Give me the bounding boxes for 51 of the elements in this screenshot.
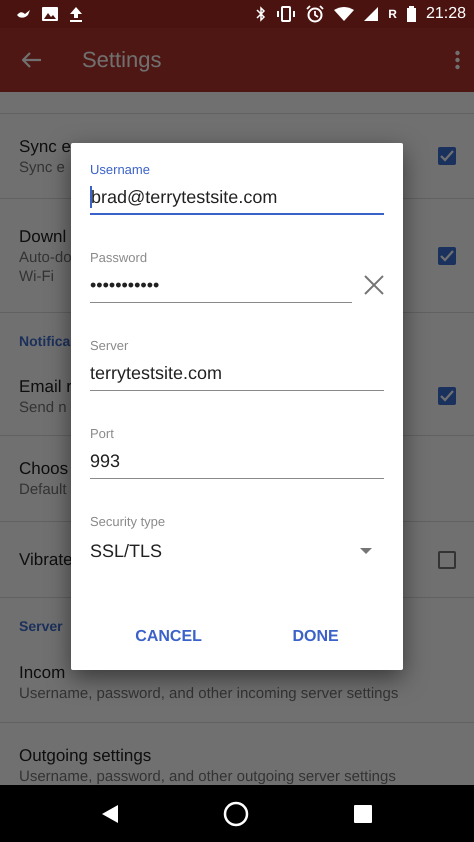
setting-title[interactable]: Vibrate xyxy=(19,548,73,570)
clock: 21:28 xyxy=(426,5,466,23)
home-icon[interactable] xyxy=(222,800,249,826)
bird-icon xyxy=(16,8,32,20)
security-dropdown[interactable]: SSL/TLS xyxy=(90,531,384,571)
dialog-button[interactable]: DONE xyxy=(278,618,353,656)
checkbox[interactable] xyxy=(438,147,456,165)
text-field[interactable]: 993 xyxy=(90,445,384,479)
dropdown-caret-icon xyxy=(360,548,372,554)
field-label: Security type xyxy=(90,513,166,531)
section-header: Server xyxy=(19,617,63,636)
setting-title[interactable]: Email r xyxy=(19,376,72,398)
wifi-icon xyxy=(334,7,354,21)
text-field[interactable]: brad@terrytestsite.com xyxy=(90,181,384,215)
setting-summary: Wi-Fi xyxy=(19,266,54,286)
setting-title[interactable]: Incom xyxy=(19,662,66,684)
checkbox[interactable] xyxy=(438,246,456,264)
field-label: Username xyxy=(90,161,151,179)
checkbox[interactable] xyxy=(438,550,456,568)
bluetooth-icon xyxy=(256,6,266,22)
image-icon xyxy=(42,7,58,21)
setting-summary: Username, password, and other incoming server settings xyxy=(19,684,398,702)
screen-title: Settings xyxy=(82,47,162,73)
setting-summary: Send n xyxy=(19,398,67,416)
setting-summary: Default xyxy=(19,480,67,499)
upload-icon xyxy=(68,6,84,22)
recents-icon[interactable] xyxy=(354,804,372,822)
setting-summary: Username, password, and other outgoing server settings xyxy=(19,767,396,786)
text-field[interactable]: terrytestsite.com xyxy=(90,357,384,391)
more-options-icon[interactable] xyxy=(455,50,460,70)
setting-title[interactable]: Downl xyxy=(19,226,66,248)
dialog-button[interactable]: CANCEL xyxy=(121,618,216,656)
back-arrow-icon[interactable] xyxy=(22,52,42,68)
checkbox[interactable] xyxy=(438,387,456,405)
signal-icon xyxy=(364,7,378,21)
field-label: Password xyxy=(90,249,148,267)
setting-title[interactable]: Sync e xyxy=(19,136,71,158)
alarm-icon xyxy=(306,5,324,23)
setting-title[interactable]: Outgoing settings xyxy=(19,745,152,767)
text-field[interactable]: ••••••••••• xyxy=(90,269,352,303)
field-label: Server xyxy=(90,337,130,355)
network-indicator: R xyxy=(388,7,397,21)
clear-icon[interactable] xyxy=(364,275,384,295)
back-icon[interactable] xyxy=(102,804,118,822)
setting-summary: Sync e xyxy=(19,158,65,176)
setting-summary: Auto-do xyxy=(19,248,72,266)
battery-icon xyxy=(406,6,416,22)
vibrate-icon xyxy=(276,6,296,22)
section-header: Notifica xyxy=(19,332,70,351)
setting-title[interactable]: Choos xyxy=(19,458,68,480)
field-label: Port xyxy=(90,425,115,443)
